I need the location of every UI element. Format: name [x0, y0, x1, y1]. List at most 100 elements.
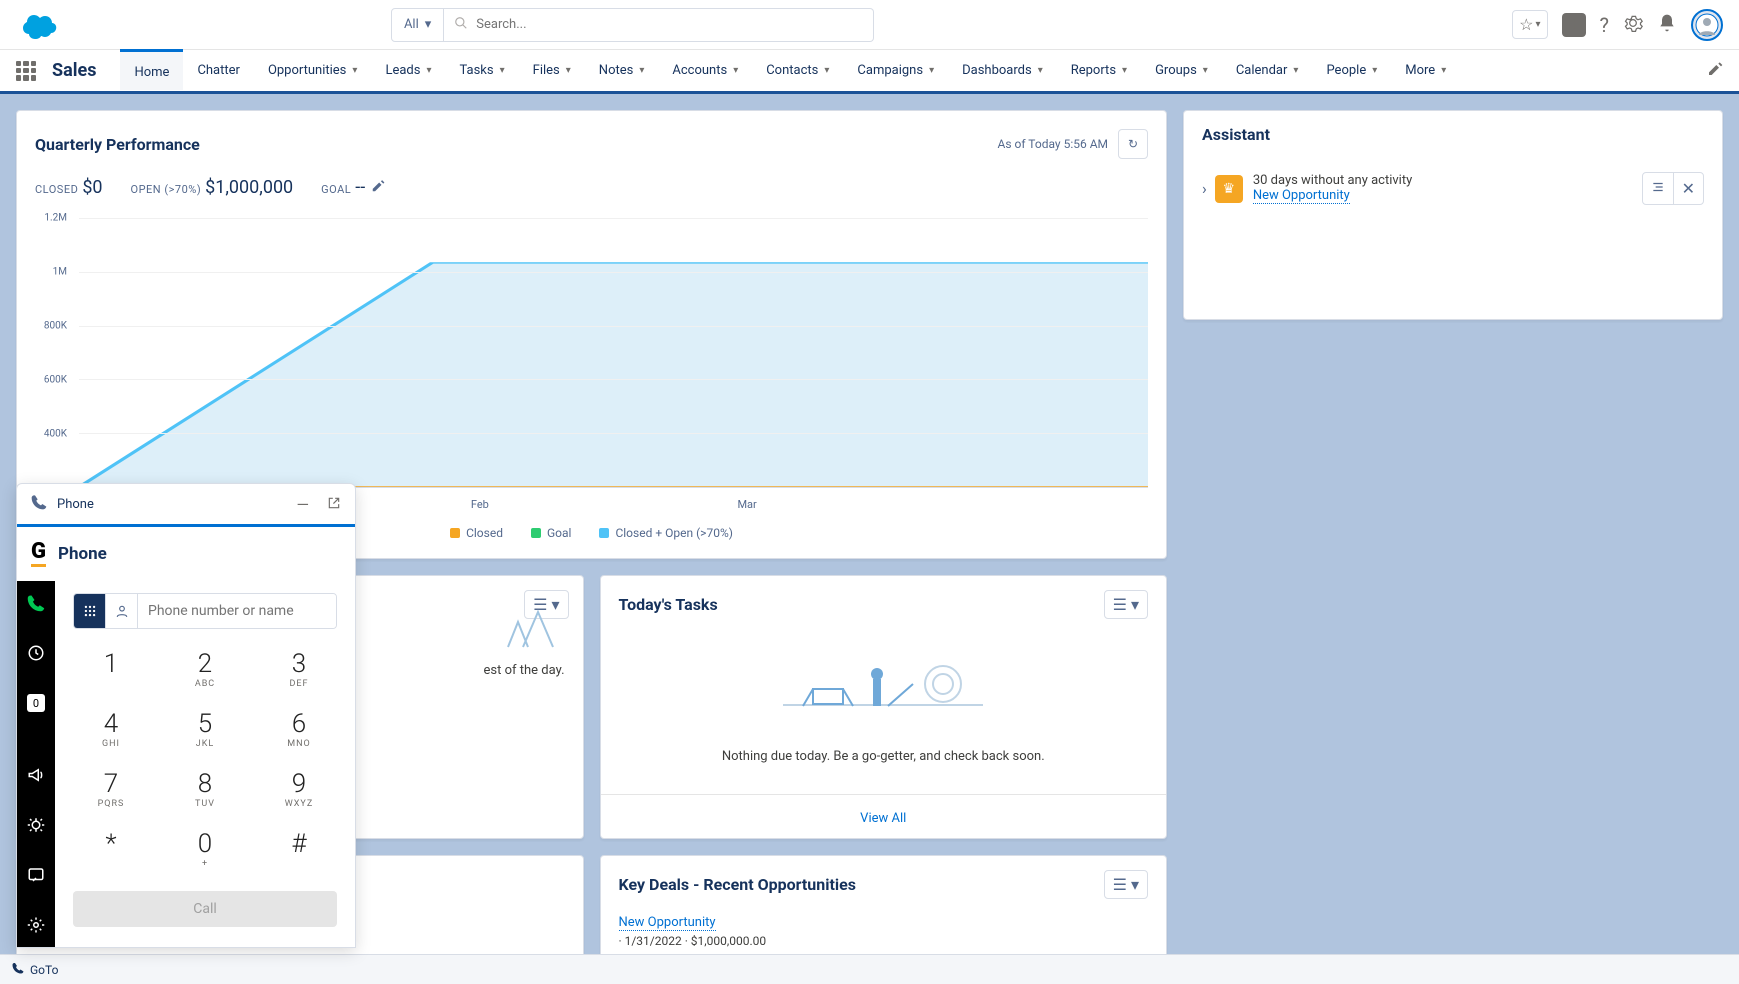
dialkey-num: 0	[167, 829, 243, 859]
phone-panel: Phone — G Phone 0	[16, 483, 356, 948]
salesforce-logo	[16, 9, 60, 41]
goal-value: --	[355, 177, 365, 198]
assistant-list-icon[interactable]	[1643, 173, 1674, 204]
dialer-tab-icon[interactable]	[22, 589, 50, 617]
y-tick: 600K	[44, 375, 67, 386]
tasks-title: Today's Tasks	[619, 595, 718, 614]
search-input[interactable]	[476, 17, 863, 32]
nav-tab-opportunities[interactable]: Opportunities ▾	[254, 50, 372, 91]
popout-icon[interactable]	[327, 495, 341, 514]
dialkey-1[interactable]: 1	[73, 643, 149, 695]
chevron-down-icon: ▾	[1131, 595, 1139, 614]
dialkey-sub: DEF	[261, 679, 337, 689]
bug-icon[interactable]	[22, 811, 50, 839]
chevron-right-icon[interactable]: ›	[1202, 179, 1207, 198]
global-add-button[interactable]: +	[1562, 13, 1586, 37]
app-launcher-icon[interactable]	[16, 61, 36, 81]
chevron-down-icon: ▾	[500, 65, 505, 76]
dialkey-6[interactable]: 6MNO	[261, 703, 337, 755]
nav-tab-reports[interactable]: Reports▾	[1057, 50, 1141, 91]
gridline	[79, 272, 1148, 273]
chevron-down-icon: ▾	[566, 65, 571, 76]
dialkey-4[interactable]: 4GHI	[73, 703, 149, 755]
deal-link[interactable]: New Opportunity	[619, 915, 716, 931]
dialpad-toggle-icon[interactable]	[74, 594, 106, 628]
call-button[interactable]: Call	[73, 891, 337, 927]
search-scope-dropdown[interactable]: All ▾	[391, 8, 444, 42]
nav-tab-dashboards[interactable]: Dashboards▾	[948, 50, 1057, 91]
chevron-down-icon: ▾	[352, 65, 357, 76]
feedback-icon[interactable]	[22, 861, 50, 889]
edit-goal-icon[interactable]	[371, 179, 385, 196]
dialkey-sub: +	[167, 859, 243, 869]
app-name: Sales	[52, 60, 96, 81]
global-header: All ▾ ☆▾ + ?	[0, 0, 1739, 50]
card-menu-button[interactable]: ☰▾	[1104, 870, 1148, 899]
nav-tab-accounts[interactable]: Accounts▾	[658, 50, 752, 91]
nav-tab-contacts[interactable]: Contacts▾	[752, 50, 843, 91]
dialkey-2[interactable]: 2ABC	[167, 643, 243, 695]
chevron-down-icon: ▾	[1536, 19, 1541, 30]
nav-tab-label: Reports	[1071, 63, 1116, 78]
settings-icon[interactable]	[22, 911, 50, 939]
global-search: All ▾	[391, 8, 874, 42]
nav-tab-people[interactable]: People▾	[1312, 50, 1391, 91]
assistant-link[interactable]: New Opportunity	[1253, 188, 1350, 204]
notifications-button[interactable]	[1657, 13, 1677, 37]
nav-tab-label: People	[1326, 63, 1366, 78]
chevron-down-icon: ▾	[733, 65, 738, 76]
card-menu-button[interactable]: ☰▾	[1104, 590, 1148, 619]
dialkey-0[interactable]: 0+	[167, 823, 243, 875]
dialkey-8[interactable]: 8TUV	[167, 763, 243, 815]
history-tab-icon[interactable]	[22, 639, 50, 667]
edit-nav-icon[interactable]	[1707, 61, 1723, 81]
goto-utility-item[interactable]: GoTo	[12, 962, 58, 977]
assistant-title: Assistant	[1202, 125, 1704, 144]
nav-tab-campaigns[interactable]: Campaigns▾	[843, 50, 948, 91]
dialkey-*[interactable]: *	[73, 823, 149, 875]
announce-icon[interactable]	[22, 761, 50, 789]
voicemail-tab[interactable]: 0	[22, 689, 50, 717]
dialkey-9[interactable]: 9WXYZ	[261, 763, 337, 815]
dialkey-3[interactable]: 3DEF	[261, 643, 337, 695]
favorites-button[interactable]: ☆▾	[1512, 10, 1547, 39]
nav-tab-tasks[interactable]: Tasks▾	[445, 50, 518, 91]
dialkey-num: 2	[167, 649, 243, 679]
dialkey-sub: PQRS	[73, 799, 149, 809]
dialkey-7[interactable]: 7PQRS	[73, 763, 149, 815]
nav-tab-leads[interactable]: Leads▾	[371, 50, 445, 91]
refresh-button[interactable]: ↻	[1118, 129, 1148, 159]
dialkey-num: 1	[73, 649, 149, 679]
gear-icon	[1623, 13, 1643, 37]
legend-label: Closed + Open (>70%)	[615, 526, 732, 540]
nav-tab-calendar[interactable]: Calendar▾	[1222, 50, 1313, 91]
nav-tab-chatter[interactable]: Chatter	[183, 50, 254, 91]
assistant-dismiss-icon[interactable]: ✕	[1674, 173, 1703, 204]
nav-tab-files[interactable]: Files▾	[519, 50, 585, 91]
phone-search-input[interactable]	[138, 594, 336, 628]
nav-tab-label: Dashboards	[962, 63, 1032, 78]
legend-swatch	[450, 528, 460, 538]
dialkey-5[interactable]: 5JKL	[167, 703, 243, 755]
dialkey-num: 9	[261, 769, 337, 799]
voicemail-badge: 0	[27, 694, 45, 712]
dialkey-#[interactable]: #	[261, 823, 337, 875]
minimize-icon[interactable]: —	[297, 495, 310, 514]
nav-tab-groups[interactable]: Groups▾	[1141, 50, 1222, 91]
tasks-empty-text: Nothing due today. Be a go-getter, and c…	[621, 749, 1147, 764]
phone-icon	[31, 494, 47, 514]
gridline	[79, 379, 1148, 380]
nav-tab-label: Home	[134, 65, 169, 80]
contacts-toggle-icon[interactable]	[106, 594, 138, 628]
nav-tab-notes[interactable]: Notes▾	[585, 50, 659, 91]
nav-tab-home[interactable]: Home	[120, 49, 183, 90]
right-column: Assistant › ♛ 30 days without any activi…	[1183, 110, 1723, 967]
help-button[interactable]: ?	[1600, 13, 1609, 37]
question-icon: ?	[1600, 13, 1609, 37]
user-avatar[interactable]	[1691, 9, 1723, 41]
opportunity-icon: ♛	[1215, 175, 1243, 203]
tasks-view-all-link[interactable]: View All	[860, 811, 906, 826]
setup-button[interactable]	[1623, 13, 1643, 37]
nav-tab-more[interactable]: More▾	[1391, 50, 1460, 91]
nav-tab-label: Opportunities	[268, 63, 346, 78]
